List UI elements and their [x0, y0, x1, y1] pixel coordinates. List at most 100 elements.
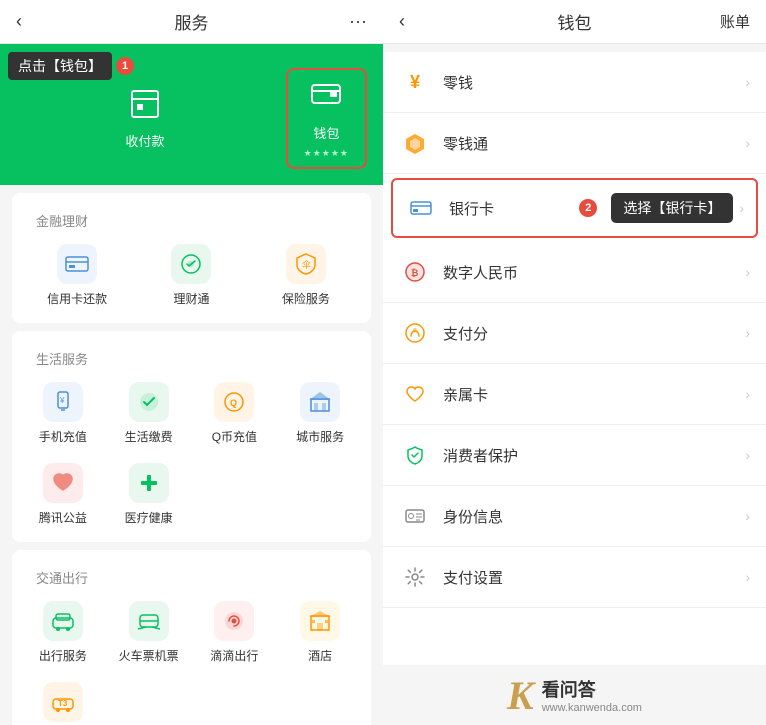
- watermark-sub: www.kanwenda.com: [542, 702, 642, 714]
- train-icon: [129, 601, 169, 641]
- bankcard-label: 银行卡: [449, 198, 579, 219]
- identity-arrow: ›: [745, 508, 750, 524]
- identity-icon: [399, 500, 431, 532]
- digital-rmb-row[interactable]: ₿ 数字人民币 ›: [383, 242, 766, 303]
- life-pay-icon: [129, 382, 169, 422]
- t3-icon: T3: [43, 682, 83, 722]
- svg-text:₿: ₿: [411, 268, 418, 278]
- bankcard-row[interactable]: 银行卡 2 选择【银行卡】 ›: [391, 178, 758, 238]
- consumer-protect-arrow: ›: [745, 447, 750, 463]
- didi-item[interactable]: 滴滴出行: [192, 597, 278, 668]
- travel-service-item[interactable]: 出行服务: [20, 597, 106, 668]
- watermark-main: 看问答: [542, 676, 642, 702]
- family-card-row[interactable]: 亲属卡 ›: [383, 364, 766, 425]
- zhifufen-label: 支付分: [443, 323, 745, 344]
- transport-row-1: 出行服务 火车票机票: [12, 587, 371, 668]
- lingqian-icon: ¥: [399, 66, 431, 98]
- bankcard-icon: [405, 192, 437, 224]
- wallet-list: ¥ 零钱 › 零钱通 ›: [383, 52, 766, 725]
- transport-title: 交通出行: [24, 562, 359, 587]
- credit-card-item[interactable]: 信用卡还款: [20, 240, 134, 311]
- travel-label: 出行服务: [39, 647, 87, 664]
- transport-section: 交通出行 出行服务: [12, 550, 371, 725]
- lingqian-row[interactable]: ¥ 零钱 ›: [383, 52, 766, 113]
- pay-settings-row[interactable]: 支付设置 ›: [383, 547, 766, 608]
- wallet-item[interactable]: 钱包 ★★★★★: [286, 68, 367, 169]
- digital-rmb-arrow: ›: [745, 264, 750, 280]
- digital-rmb-label: 数字人民币: [443, 262, 745, 283]
- receive-icon: [129, 88, 161, 125]
- family-card-label: 亲属卡: [443, 384, 745, 405]
- life-section: 生活服务 ¥ 手机充值: [12, 331, 371, 542]
- tencent-charity-item[interactable]: 腾讯公益: [20, 459, 106, 530]
- t3-taxi-item[interactable]: T3 T3打车: [20, 678, 106, 725]
- digital-rmb-icon: ₿: [399, 256, 431, 288]
- svg-text:Q: Q: [230, 398, 237, 408]
- green-section: 点击【钱包】 1 收付款: [0, 44, 383, 185]
- finance-row: 信用卡还款 理财通: [12, 230, 371, 311]
- finance-section: 金融理财 信用卡还款: [12, 193, 371, 323]
- zhifufen-arrow: ›: [745, 325, 750, 341]
- account-button[interactable]: 账单: [720, 11, 750, 32]
- right-title: 钱包: [383, 9, 766, 34]
- credit-card-label: 信用卡还款: [47, 290, 107, 307]
- svg-text:伞: 伞: [302, 259, 311, 270]
- tencent-charity-icon: [43, 463, 83, 503]
- lingqian-label: 零钱: [443, 72, 745, 93]
- wallet-tooltip: 点击【钱包】: [8, 52, 112, 80]
- step-badge-2: 2: [579, 199, 597, 217]
- phone-charge-item[interactable]: ¥ 手机充值: [20, 378, 106, 449]
- lingqiantong-row[interactable]: 零钱通 ›: [383, 113, 766, 174]
- left-more-button[interactable]: ···: [349, 11, 367, 32]
- identity-row[interactable]: 身份信息 ›: [383, 486, 766, 547]
- wallet-stars: ★★★★★: [304, 148, 349, 159]
- lingqiantong-icon: [399, 127, 431, 159]
- consumer-protect-row[interactable]: 消费者保护 ›: [383, 425, 766, 486]
- left-header: ‹ 服务 ···: [0, 0, 383, 44]
- life-row-1: ¥ 手机充值 生活缴费: [12, 368, 371, 449]
- watermark-logo: K: [507, 672, 534, 719]
- didi-icon: [214, 601, 254, 641]
- didi-label: 滴滴出行: [210, 647, 258, 664]
- medical-health-label: 医疗健康: [125, 509, 173, 526]
- right-back-button[interactable]: ‹: [399, 11, 405, 32]
- licaitong-item[interactable]: 理财通: [134, 240, 248, 311]
- bankcard-arrow: ›: [739, 200, 744, 216]
- tencent-charity-label: 腾讯公益: [39, 509, 87, 526]
- tooltip-text: 点击【钱包】: [18, 56, 102, 76]
- medical-health-icon: [129, 463, 169, 503]
- train-ticket-item[interactable]: 火车票机票: [106, 597, 192, 668]
- consumer-protect-label: 消费者保护: [443, 445, 745, 466]
- lingqiantong-label: 零钱通: [443, 133, 745, 154]
- consumer-protect-icon: [399, 439, 431, 471]
- life-pay-item[interactable]: 生活缴费: [106, 378, 192, 449]
- identity-label: 身份信息: [443, 506, 745, 527]
- wallet-icon: [310, 78, 342, 117]
- pay-settings-arrow: ›: [745, 569, 750, 585]
- life-title: 生活服务: [24, 343, 359, 368]
- hotel-item[interactable]: 酒店: [277, 597, 363, 668]
- zhifufen-row[interactable]: 支付分 ›: [383, 303, 766, 364]
- left-back-button[interactable]: ‹: [16, 11, 22, 32]
- svg-text:T3: T3: [58, 699, 68, 708]
- licaitong-icon: [171, 244, 211, 284]
- family-card-icon: [399, 378, 431, 410]
- bankcard-tooltip: 选择【银行卡】: [611, 193, 733, 223]
- finance-title: 金融理财: [24, 205, 359, 230]
- qcoin-item[interactable]: Q Q币充值: [192, 378, 278, 449]
- city-service-item[interactable]: 城市服务: [277, 378, 363, 449]
- insurance-item[interactable]: 伞 保险服务: [249, 240, 363, 311]
- lingqian-arrow: ›: [745, 74, 750, 90]
- zhifufen-icon: [399, 317, 431, 349]
- receive-payment-item[interactable]: 收付款: [16, 88, 274, 150]
- qcoin-label: Q币充值: [212, 428, 257, 445]
- city-service-icon: [300, 382, 340, 422]
- wallet-label: 钱包: [313, 123, 339, 142]
- pay-settings-icon: [399, 561, 431, 593]
- bankcard-tooltip-text: 选择【银行卡】: [623, 198, 721, 218]
- transport-row-2: T3 T3打车: [12, 668, 371, 725]
- step-badge-1: 1: [116, 57, 134, 75]
- medical-health-item[interactable]: 医疗健康: [106, 459, 192, 530]
- licaitong-label: 理财通: [173, 290, 209, 307]
- svg-text:¥: ¥: [59, 396, 65, 405]
